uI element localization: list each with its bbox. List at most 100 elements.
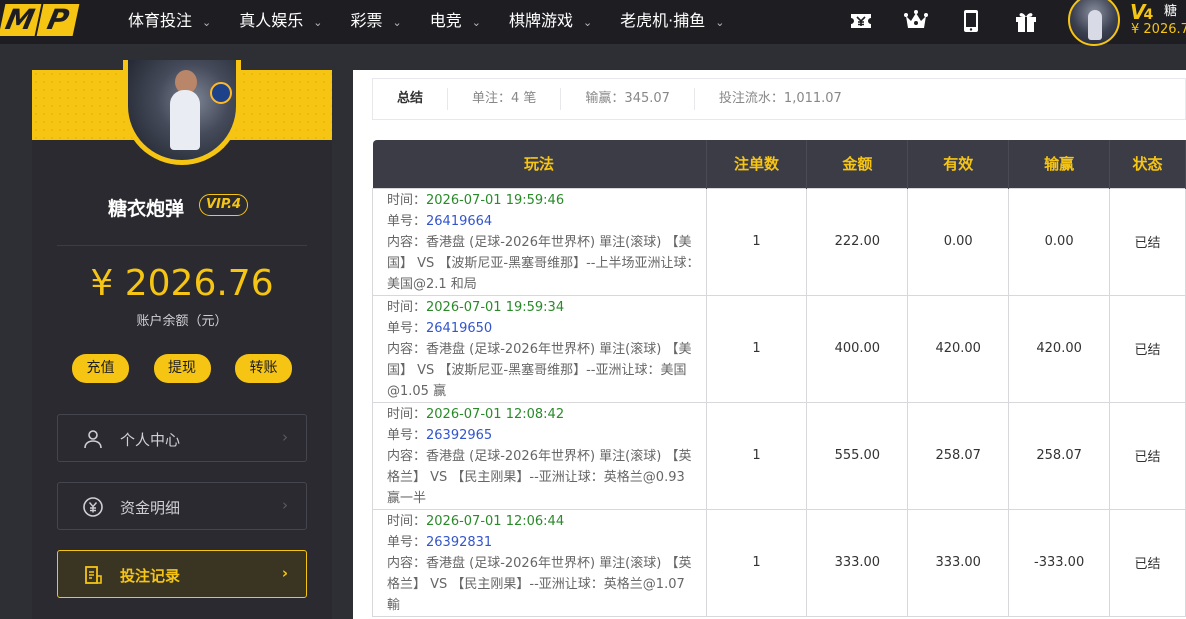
col-header-valid: 有效 — [907, 140, 1010, 188]
username: 糖衣炮弹 — [108, 198, 185, 220]
menu-label: 资金明细 — [120, 499, 181, 517]
bet-amount: 555.00 — [806, 401, 909, 510]
bet-content: 内容：香港盘 (足球-2026年世界杯) 單注(滚球) 【美国】 VS 【波斯尼… — [387, 341, 692, 399]
table-row: 时间：2026-07-01 12:06:44 单号：26392831 内容：香港… — [372, 508, 1186, 617]
team-logo-icon — [210, 82, 232, 104]
col-header-winloss: 输赢 — [1008, 140, 1111, 188]
bet-content: 内容：香港盘 (足球-2026年世界杯) 單注(滚球) 【英格兰】 VS 【民主… — [387, 448, 692, 506]
winloss-amount: 0.00 — [1008, 187, 1111, 296]
logo-letter-m: M — [0, 3, 42, 36]
main-nav: 体育投注 ⌄ 真人娱乐 ⌄ 彩票 ⌄ 电竞 ⌄ 棋牌游戏 ⌄ 老虎机·捕鱼 ⌄ — [128, 0, 752, 44]
col-header-status: 状态 — [1109, 140, 1186, 188]
chevron-down-icon: ⌄ — [392, 16, 402, 29]
nav-label: 体育投注 — [128, 11, 193, 30]
winloss-amount: -333.00 — [1008, 508, 1111, 617]
order-number[interactable]: 26419650 — [426, 321, 492, 336]
chevron-down-icon: ⌄ — [582, 16, 593, 29]
bet-count: 1 — [705, 508, 808, 617]
winloss-amount: 258.07 — [1008, 401, 1111, 510]
divider — [57, 245, 307, 246]
top-user-avatar[interactable] — [1068, 0, 1120, 46]
order-no-label: 单号： — [387, 320, 427, 336]
valid-amount: 420.00 — [907, 294, 1010, 403]
order-no-label: 单号： — [387, 534, 427, 550]
table-row: 时间：2026-07-01 19:59:46 单号：26419664 内容：香港… — [372, 187, 1186, 296]
order-number[interactable]: 26392831 — [426, 535, 492, 550]
nav-esports[interactable]: 电竞 ⌄ — [430, 0, 481, 44]
table-header-row: 玩法 注单数 金额 有效 输赢 状态 — [372, 140, 1186, 188]
transfer-button[interactable]: 转账 — [235, 354, 292, 383]
nav-label: 老虎机·捕鱼 — [620, 11, 706, 30]
nav-lottery[interactable]: 彩票 ⌄ — [350, 0, 401, 44]
chevron-right-icon: › — [281, 564, 288, 582]
menu-label: 投注记录 — [120, 567, 181, 585]
main-content: 总结 单注：4 笔 输赢：345.07 投注流水：1,011.07 玩法 注单数… — [353, 70, 1186, 619]
account-balance: ¥ 2026.76 — [90, 263, 274, 304]
bet-record-icon — [82, 564, 104, 586]
valid-amount: 0.00 — [907, 187, 1010, 296]
user-avatar[interactable] — [123, 60, 241, 165]
yen-coin-icon — [82, 496, 104, 518]
menu-personal-center[interactable]: 个人中心 › — [57, 414, 307, 462]
bet-detail: 时间：2026-07-01 19:59:46 单号：26419664 内容：香港… — [372, 187, 707, 296]
site-logo[interactable]: M P — [0, 2, 80, 38]
top-icon-group — [848, 8, 1068, 34]
nav-label: 电竞 — [429, 11, 462, 30]
avatar-figure — [1088, 10, 1102, 40]
order-number[interactable]: 26419664 — [426, 214, 492, 229]
valid-amount: 258.07 — [907, 401, 1010, 510]
bet-time: 2026-07-01 12:08:42 — [426, 406, 565, 422]
bet-count: 1 — [705, 294, 808, 403]
bet-time: 2026-07-01 12:06:44 — [426, 513, 565, 529]
vip-badge: VIP.4 — [199, 194, 249, 216]
chevron-right-icon: › — [282, 428, 288, 446]
withdraw-button[interactable]: 提现 — [153, 354, 211, 383]
top-navbar: M P 体育投注 ⌄ 真人娱乐 ⌄ 彩票 ⌄ 电竞 ⌄ 棋牌游戏 ⌄ 老虎机·捕鱼 ⌄ V4… — [0, 0, 1186, 46]
wallet-actions: 充值 提现 转账 — [72, 354, 292, 383]
crown-icon[interactable] — [903, 8, 929, 34]
top-vip-badge: V4 — [1130, 0, 1153, 24]
menu-bet-records[interactable]: 投注记录 › — [57, 550, 307, 598]
chevron-down-icon: ⌄ — [313, 16, 323, 29]
table-row: 时间：2026-07-01 19:59:34 单号：26419650 内容：香港… — [372, 294, 1186, 403]
bet-time: 2026-07-01 19:59:34 — [426, 299, 565, 315]
user-icon — [82, 428, 104, 450]
bet-count: 1 — [705, 401, 808, 510]
menu-fund-details[interactable]: 资金明细 › — [57, 482, 307, 530]
nav-card-games[interactable]: 棋牌游戏 ⌄ — [509, 0, 592, 44]
bet-summary: 总结 单注：4 笔 输赢：345.07 投注流水：1,011.07 — [372, 78, 1186, 120]
bet-detail: 时间：2026-07-01 12:08:42 单号：26392965 内容：香港… — [372, 401, 707, 510]
gift-icon[interactable] — [1013, 8, 1039, 34]
bet-records-table: 玩法 注单数 金额 有效 输赢 状态 时间：2026-07-01 19:59:4… — [372, 140, 1186, 617]
bet-detail: 时间：2026-07-01 12:06:44 单号：26392831 内容：香港… — [372, 508, 707, 617]
ticket-icon[interactable] — [848, 8, 874, 34]
nav-sports[interactable]: 体育投注 ⌄ — [128, 0, 211, 44]
logo-letter-p: P — [36, 3, 80, 36]
bet-status: 已结 — [1109, 508, 1186, 617]
time-label: 时间： — [387, 192, 427, 208]
nav-label: 真人娱乐 — [239, 11, 304, 30]
summary-bet-count: 单注：4 笔 — [448, 88, 562, 110]
summary-title: 总结 — [373, 88, 449, 110]
bet-content: 内容：香港盘 (足球-2026年世界杯) 單注(滚球) 【英格兰】 VS 【民主… — [387, 555, 692, 613]
time-label: 时间： — [387, 299, 427, 315]
menu-label: 个人中心 — [120, 431, 181, 449]
order-number[interactable]: 26392965 — [426, 428, 492, 443]
top-username: 糖 — [1164, 4, 1178, 19]
nav-label: 棋牌游戏 — [508, 11, 573, 30]
winloss-amount: 420.00 — [1008, 294, 1111, 403]
tablet-icon[interactable] — [958, 8, 984, 34]
vip-level: 4 — [1143, 7, 1154, 23]
top-balance: ¥ 2026.7 — [1131, 22, 1186, 37]
nav-slots-fishing[interactable]: 老虎机·捕鱼 ⌄ — [620, 0, 724, 44]
nav-label: 彩票 — [350, 11, 383, 30]
chevron-down-icon: ⌄ — [471, 16, 481, 29]
bet-time: 2026-07-01 19:59:46 — [426, 192, 565, 208]
bet-count: 1 — [705, 187, 808, 296]
nav-live-casino[interactable]: 真人娱乐 ⌄ — [239, 0, 322, 44]
bet-status: 已结 — [1109, 294, 1186, 403]
bet-status: 已结 — [1109, 187, 1186, 296]
table-row: 时间：2026-07-01 12:08:42 单号：26392965 内容：香港… — [372, 401, 1186, 510]
avatar-body — [170, 90, 200, 150]
deposit-button[interactable]: 充值 — [72, 354, 129, 383]
